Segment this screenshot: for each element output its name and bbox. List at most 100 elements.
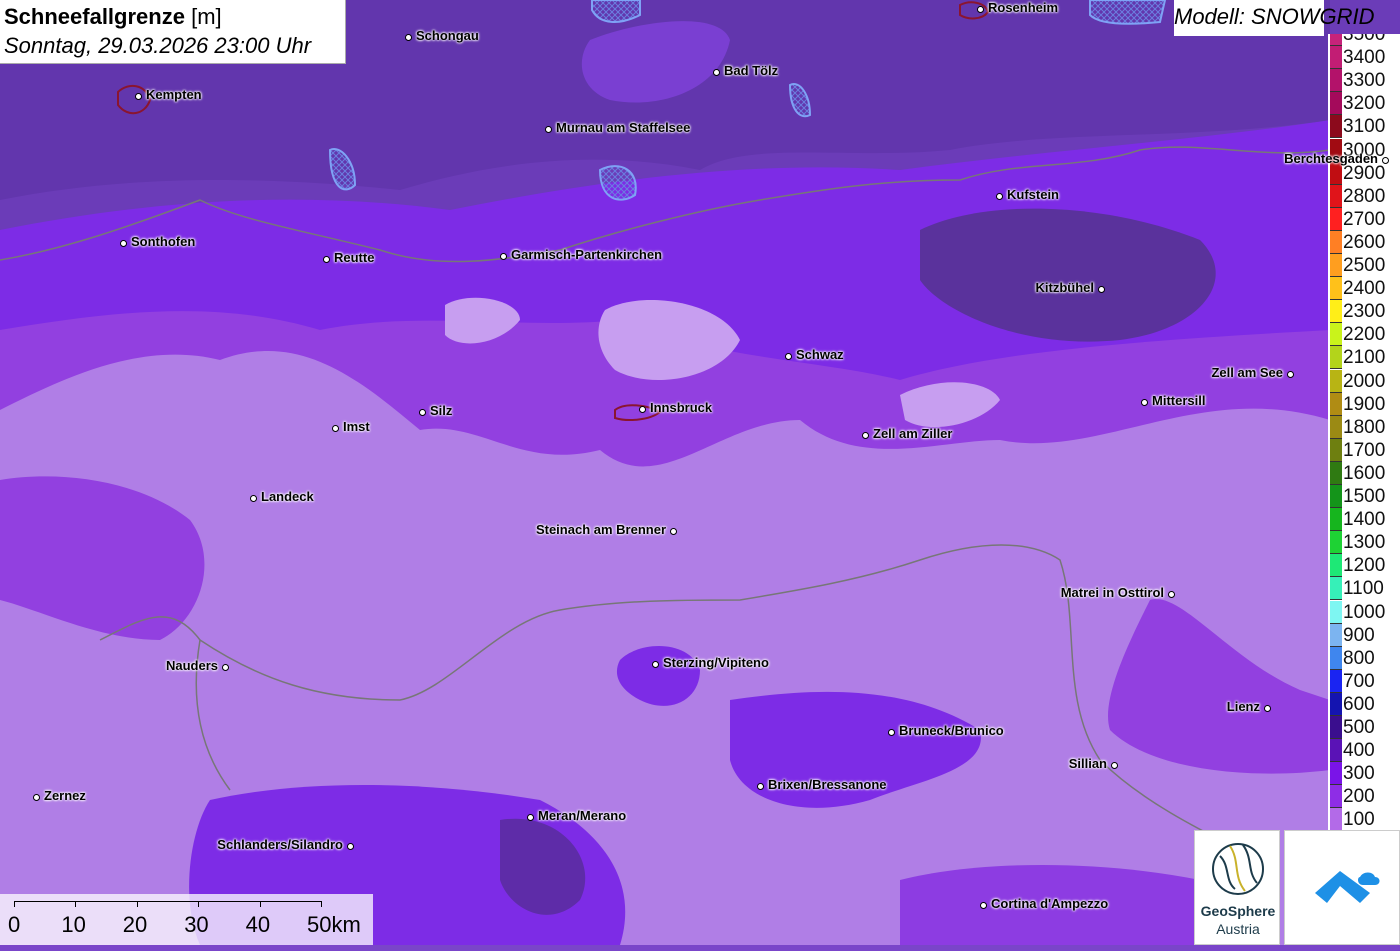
legend-row: 900 [1328,623,1400,647]
legend-label: 200 [1343,786,1375,808]
scale-tick [136,901,138,907]
legend-label: 1200 [1343,555,1386,577]
city-dot [418,408,426,416]
mountain-cloud-icon [1315,871,1380,903]
legend-swatch [1330,461,1342,485]
legend-label: 3200 [1343,93,1386,115]
scale-label: 10 [61,912,86,937]
legend-swatch [1330,277,1342,301]
city-dot [1167,590,1175,598]
city-label: Murnau am Staffelsee [556,120,691,135]
city-label: Kempten [146,87,202,102]
legend-label: 3300 [1343,70,1386,92]
city-label: Lienz [1226,699,1260,714]
scale-line [14,901,321,902]
legend-swatch [1330,438,1342,462]
legend-swatch [1330,762,1342,786]
city-dot [861,431,869,439]
legend-label: 100 [1343,809,1375,830]
legend-label: 500 [1343,717,1375,738]
legend-row: 1600 [1328,461,1400,485]
legend-row: 1700 [1328,438,1400,462]
legend-row: 2300 [1328,300,1400,324]
city-dot [669,527,677,535]
city-label: Steinach am Brenner [535,522,666,537]
legend-swatch [1330,716,1342,739]
city-label: Zernez [44,788,86,803]
legend-swatch [1330,508,1342,532]
legend-row: 1800 [1328,415,1400,439]
legend-swatch [1330,369,1342,393]
city-dot [1110,761,1118,769]
legend-label: 1300 [1343,532,1386,554]
city-dot [1263,704,1271,712]
city-dot [32,793,40,801]
city-label: Sterzing/Vipiteno [663,655,769,670]
city-dot [331,424,339,432]
geosphere-logo-line1: GeoSphere [1200,903,1276,919]
legend-swatch [1330,115,1342,139]
legend-row: 1300 [1328,531,1400,555]
legend-label: 600 [1343,693,1375,715]
legend-swatch [1330,577,1342,601]
scale-tick [321,901,322,907]
legend-label: 1400 [1343,509,1386,531]
city-dot [1097,285,1105,293]
city-dot [995,192,1003,200]
legend-label: 1600 [1343,462,1386,484]
scale-label: 30 [184,912,209,937]
city-label: Mittersill [1152,393,1206,408]
legend-label: 1900 [1343,393,1386,415]
geosphere-logo-icon [1212,843,1264,895]
legend-row: 100 [1328,808,1400,830]
city-label: Sillian [1068,756,1107,771]
city-dot [544,125,552,133]
city-label: Meran/Merano [538,808,627,823]
city-label: Landeck [261,489,314,504]
legend-row: 1000 [1328,600,1400,624]
scale-label: 50km [307,912,361,937]
legend-label: 400 [1343,740,1375,762]
legend-label: 700 [1343,670,1375,692]
city-dot [979,901,987,909]
legend-swatch [1330,669,1342,693]
city-dot [134,92,142,100]
legend-swatch [1330,230,1342,254]
city-label: Reutte [334,250,375,265]
legend-row: 700 [1328,669,1400,693]
lake-3 [1089,0,1167,25]
legend-label: 2200 [1343,324,1386,346]
legend-row: 3500 [1328,34,1400,46]
city-label: Zell am Ziller [873,426,953,441]
legend-row: 3400 [1328,46,1400,70]
city-dot [499,252,507,260]
city-dot [346,842,354,850]
legend-row: 1400 [1328,508,1400,532]
legend-swatch [1330,207,1342,231]
city-dot [712,68,720,76]
city-dot [404,33,412,41]
legend-swatch [1330,692,1342,716]
legend-swatch [1330,600,1342,624]
legend-label: 3400 [1343,47,1386,69]
legend-row: 3300 [1328,69,1400,93]
legend-row: 200 [1328,785,1400,809]
city-label: Bad Tölz [724,63,779,78]
legend-label: 2500 [1343,255,1386,276]
city-label: Kitzbühel [1035,280,1095,295]
legend-swatch [1330,254,1342,277]
legend-label: 2400 [1343,278,1386,300]
legend-swatch [1330,300,1342,324]
legend-row: 2800 [1328,184,1400,208]
lake-2 [591,0,641,23]
legend-swatch [1330,34,1342,46]
snowline-map [0,0,1400,945]
city-dot [1381,156,1389,164]
city-label: Schongau [416,28,479,43]
legend-label: 800 [1343,647,1375,669]
city-dot [756,782,764,790]
legend-row: 3100 [1328,115,1400,139]
legend-swatch [1330,184,1342,208]
legend-swatch [1330,415,1342,439]
legend-row: 2500 [1328,254,1400,277]
